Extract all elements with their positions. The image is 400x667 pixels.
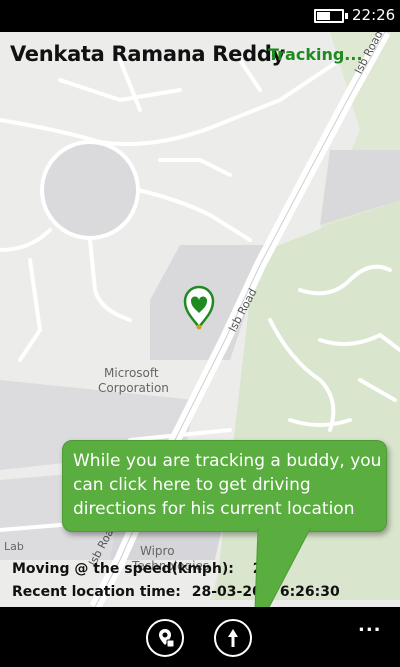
map-label-wipro: Wipro [140,544,175,558]
app-bar: ... [0,607,400,667]
speed-label: Moving @ the speed(kmph): [12,561,234,577]
roundabout [40,140,140,240]
buddy-name: Venkata Ramana Reddy [10,42,285,66]
directions-tooltip: While you are tracking a buddy, you can … [62,440,387,532]
directions-arrow-icon [228,629,238,647]
location-time-label: Recent location time: [12,584,181,600]
tracking-status: Tracking... [268,45,363,64]
map-label-corporation: Corporation [98,381,169,395]
tooltip-text: While you are tracking a buddy, you can … [73,451,382,519]
more-menu-button[interactable]: ... [358,615,382,636]
status-clock: 22:26 [352,6,396,24]
speed-info: Moving @ the speed(kmph): 2 [12,561,263,577]
status-bar: 22:26 [0,0,400,32]
map-label-lab: Lab [4,540,24,553]
directions-button[interactable] [214,619,252,657]
locate-buddy-icon [159,629,175,648]
battery-icon [314,9,348,23]
locate-buddy-button[interactable] [146,619,184,657]
map-label-microsoft: Microsoft [104,366,159,380]
